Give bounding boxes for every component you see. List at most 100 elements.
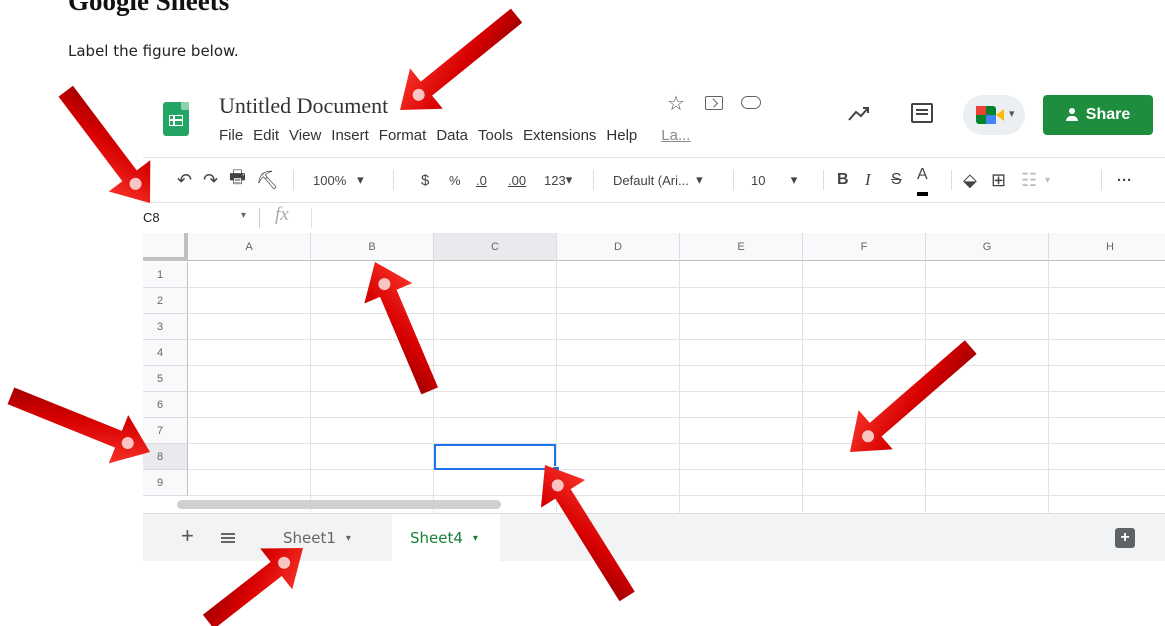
share-label: Share xyxy=(1085,106,1131,123)
sheets-logo-icon[interactable] xyxy=(163,102,189,136)
paint-format-icon[interactable]: ⛏ xyxy=(256,158,279,202)
font-select[interactable]: Default (Ari... ▾ xyxy=(613,158,703,202)
sheet-tab-sheet4[interactable]: Sheet4 ▾ xyxy=(392,514,500,561)
row-header-8[interactable]: 8 xyxy=(143,444,188,470)
sheet-tab-sheet1[interactable]: Sheet1 ▾ xyxy=(265,514,389,561)
sheets-window: Untitled Document ☆ File Edit View Inser… xyxy=(143,85,1165,561)
toolbar-divider xyxy=(393,170,394,190)
more-formats-label: 123 xyxy=(544,172,566,188)
all-sheets-icon[interactable] xyxy=(221,533,235,535)
toolbar-divider xyxy=(951,170,952,190)
menu-view[interactable]: View xyxy=(289,127,321,144)
toolbar: ↶ ↷ 🖶 ⛏ 100% ▾ $ % .0 .00 123 ▾ Default (… xyxy=(143,157,1165,202)
more-formats-button[interactable]: 123 ▾ xyxy=(544,158,572,202)
meet-button[interactable]: ▾ xyxy=(963,95,1025,135)
column-gridline xyxy=(433,261,434,513)
menu-edit[interactable]: Edit xyxy=(253,127,279,144)
explore-icon[interactable]: + xyxy=(1115,528,1135,548)
select-all-corner[interactable] xyxy=(143,233,188,261)
chevron-down-icon[interactable]: ▾ xyxy=(241,210,246,221)
column-header-f[interactable]: F xyxy=(803,233,926,261)
currency-format-button[interactable]: $ xyxy=(421,158,429,202)
trend-icon[interactable] xyxy=(847,105,871,123)
toolbar-divider xyxy=(733,170,734,190)
column-gridline xyxy=(679,261,680,513)
borders-icon[interactable]: ⊞ xyxy=(991,158,1006,202)
menu-bar: File Edit View Insert Format Data Tools … xyxy=(219,127,700,144)
row-header-7[interactable]: 7 xyxy=(143,418,188,444)
sheet-tab-label: Sheet1 xyxy=(283,529,336,547)
document-title: Google Sheets xyxy=(68,0,230,16)
font-size-select[interactable]: 10 ▾ xyxy=(751,158,797,202)
strikethrough-button[interactable]: S xyxy=(891,158,902,202)
selected-cell-c8[interactable] xyxy=(434,444,556,470)
row-header-1[interactable]: 1 xyxy=(143,262,188,288)
menu-last-edit[interactable]: La... xyxy=(661,127,690,144)
redo-icon[interactable]: ↷ xyxy=(203,158,218,202)
row-gridline xyxy=(188,443,1165,444)
percent-format-button[interactable]: % xyxy=(449,158,461,202)
formula-bar: C8 ▾ fx xyxy=(143,202,1165,234)
chevron-down-icon[interactable]: ▾ xyxy=(1045,158,1050,202)
chevron-down-icon: ▾ xyxy=(345,532,351,544)
italic-button[interactable]: I xyxy=(865,158,871,202)
more-options-button[interactable]: ··· xyxy=(1117,158,1132,202)
column-header-e[interactable]: E xyxy=(680,233,803,261)
row-header-9[interactable]: 9 xyxy=(143,470,188,496)
person-icon xyxy=(1065,108,1080,122)
menu-insert[interactable]: Insert xyxy=(331,127,369,144)
merge-cells-icon[interactable]: ☷ xyxy=(1021,158,1037,202)
share-button[interactable]: Share xyxy=(1043,95,1153,135)
fill-color-icon[interactable]: ⬙ xyxy=(963,158,977,202)
zoom-select[interactable]: 100% ▾ xyxy=(313,158,364,202)
menu-help[interactable]: Help xyxy=(606,127,637,144)
zoom-value: 100% xyxy=(313,172,347,188)
column-gridline xyxy=(802,261,803,513)
undo-icon[interactable]: ↶ xyxy=(177,158,192,202)
row-header-3[interactable]: 3 xyxy=(143,314,188,340)
row-header-2[interactable]: 2 xyxy=(143,288,188,314)
formula-divider xyxy=(311,208,312,228)
document-instruction: Label the figure below. xyxy=(68,42,239,60)
text-color-button[interactable]: A xyxy=(917,158,928,196)
row-header-5[interactable]: 5 xyxy=(143,366,188,392)
menu-extensions[interactable]: Extensions xyxy=(523,127,596,144)
menu-file[interactable]: File xyxy=(219,127,243,144)
column-header-h[interactable]: H xyxy=(1049,233,1165,261)
horizontal-scrollbar[interactable] xyxy=(177,500,501,509)
column-header-b[interactable]: B xyxy=(311,233,434,261)
fill-handle[interactable] xyxy=(552,466,560,474)
star-icon[interactable]: ☆ xyxy=(667,91,685,116)
chevron-down-icon: ▾ xyxy=(1009,108,1015,120)
meet-camera-icon xyxy=(976,106,996,124)
row-header-6[interactable]: 6 xyxy=(143,392,188,418)
column-header-d[interactable]: D xyxy=(557,233,680,261)
column-gridline xyxy=(1048,261,1049,513)
row-header-4[interactable]: 4 xyxy=(143,340,188,366)
column-gridline xyxy=(556,261,557,513)
row-gridline xyxy=(188,365,1165,366)
name-box[interactable]: C8 xyxy=(143,210,160,225)
chevron-down-icon: ▾ xyxy=(472,532,478,544)
menu-format[interactable]: Format xyxy=(379,127,427,144)
cloud-status-icon[interactable] xyxy=(741,96,761,109)
font-value: Default (Ari... xyxy=(613,172,689,188)
row-gridline xyxy=(188,391,1165,392)
file-name[interactable]: Untitled Document xyxy=(219,93,388,119)
column-header-c[interactable]: C xyxy=(434,233,557,261)
formula-divider xyxy=(259,208,260,228)
comment-icon[interactable] xyxy=(911,103,933,123)
add-sheet-icon[interactable]: + xyxy=(181,523,194,549)
cell-grid[interactable]: A B C D E F G H 1 2 3 4 5 6 7 8 9 xyxy=(143,233,1165,513)
print-icon[interactable]: 🖶 xyxy=(229,158,246,202)
font-size-value: 10 xyxy=(751,172,766,188)
move-folder-icon[interactable] xyxy=(705,96,723,110)
increase-decimal-button[interactable]: .00 xyxy=(508,158,526,202)
column-header-a[interactable]: A xyxy=(188,233,311,261)
menu-data[interactable]: Data xyxy=(436,127,468,144)
toolbar-divider xyxy=(823,170,824,190)
menu-tools[interactable]: Tools xyxy=(478,127,513,144)
column-header-g[interactable]: G xyxy=(926,233,1049,261)
decrease-decimal-button[interactable]: .0 xyxy=(476,158,487,202)
bold-button[interactable]: B xyxy=(837,158,849,202)
